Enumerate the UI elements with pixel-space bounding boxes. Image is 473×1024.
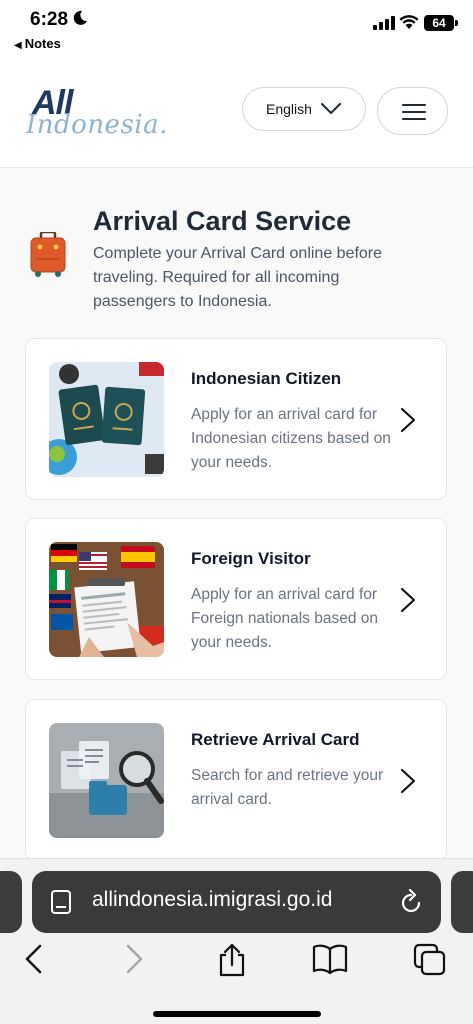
home-indicator	[153, 1011, 321, 1017]
address-bar[interactable]: allindonesia.imigrasi.go.id	[32, 871, 441, 933]
flags-form-image	[49, 542, 164, 657]
back-app-label: Notes	[24, 36, 61, 51]
foreign-visitor-card[interactable]: Foreign Visitor Apply for an arrival car…	[25, 518, 447, 680]
language-label: English	[266, 101, 312, 117]
chevron-right-icon	[400, 768, 416, 794]
all-indonesia-logo[interactable]: All Indonesia.	[26, 82, 167, 140]
back-triangle-icon: ◀	[14, 40, 22, 51]
card-title: Indonesian Citizen	[191, 369, 342, 388]
site-header: All Indonesia. English	[0, 60, 473, 168]
cellular-signal-icon	[373, 16, 395, 30]
card-description: Apply for an arrival card for Indonesian…	[191, 406, 391, 471]
wifi-icon	[399, 15, 419, 29]
card-description: Search for and retrieve your arrival car…	[191, 767, 384, 808]
menu-line-icon	[402, 118, 426, 120]
battery-indicator: 64	[424, 15, 458, 31]
forward-arrow-icon[interactable]	[124, 943, 146, 975]
bookmarks-icon[interactable]	[312, 943, 348, 975]
chevron-right-icon	[400, 587, 416, 613]
card-title: Retrieve Arrival Card	[191, 730, 360, 749]
status-bar: 6:28 ◀ Notes 64	[0, 0, 473, 60]
card-description: Apply for an arrival card for Foreign na…	[191, 586, 378, 651]
back-to-app-link[interactable]: ◀ Notes	[14, 36, 61, 51]
reload-icon[interactable]	[399, 889, 423, 915]
language-selector[interactable]: English	[242, 87, 366, 131]
menu-line-icon	[402, 104, 426, 106]
indonesian-citizen-card[interactable]: Indonesian Citizen Apply for an arrival …	[25, 338, 447, 500]
url-text: allindonesia.imigrasi.go.id	[92, 888, 333, 911]
suitcase-icon	[30, 232, 66, 277]
status-time: 6:28	[30, 9, 69, 30]
tabs-icon[interactable]	[413, 943, 447, 977]
previous-tab-preview[interactable]	[0, 871, 22, 933]
back-arrow-icon[interactable]	[22, 943, 44, 975]
logo-text-indonesia: Indonesia.	[26, 110, 168, 140]
passport-image	[49, 362, 164, 477]
card-title: Foreign Visitor	[191, 549, 311, 568]
document-search-image	[49, 723, 164, 838]
chevron-down-icon	[321, 103, 341, 114]
hamburger-menu-button[interactable]	[377, 87, 448, 135]
moon-icon	[73, 10, 87, 25]
share-icon[interactable]	[217, 943, 247, 977]
page-title: Arrival Card Service	[93, 206, 352, 236]
browser-bottom-bar: allindonesia.imigrasi.go.id	[0, 858, 473, 1024]
page-description: Complete your Arrival Card online before…	[93, 245, 383, 310]
menu-line-icon	[402, 111, 426, 113]
page-settings-icon	[51, 890, 71, 914]
retrieve-arrival-card-card[interactable]: Retrieve Arrival Card Search for and ret…	[25, 699, 447, 861]
next-tab-preview[interactable]	[451, 871, 473, 933]
chevron-right-icon	[400, 407, 416, 433]
